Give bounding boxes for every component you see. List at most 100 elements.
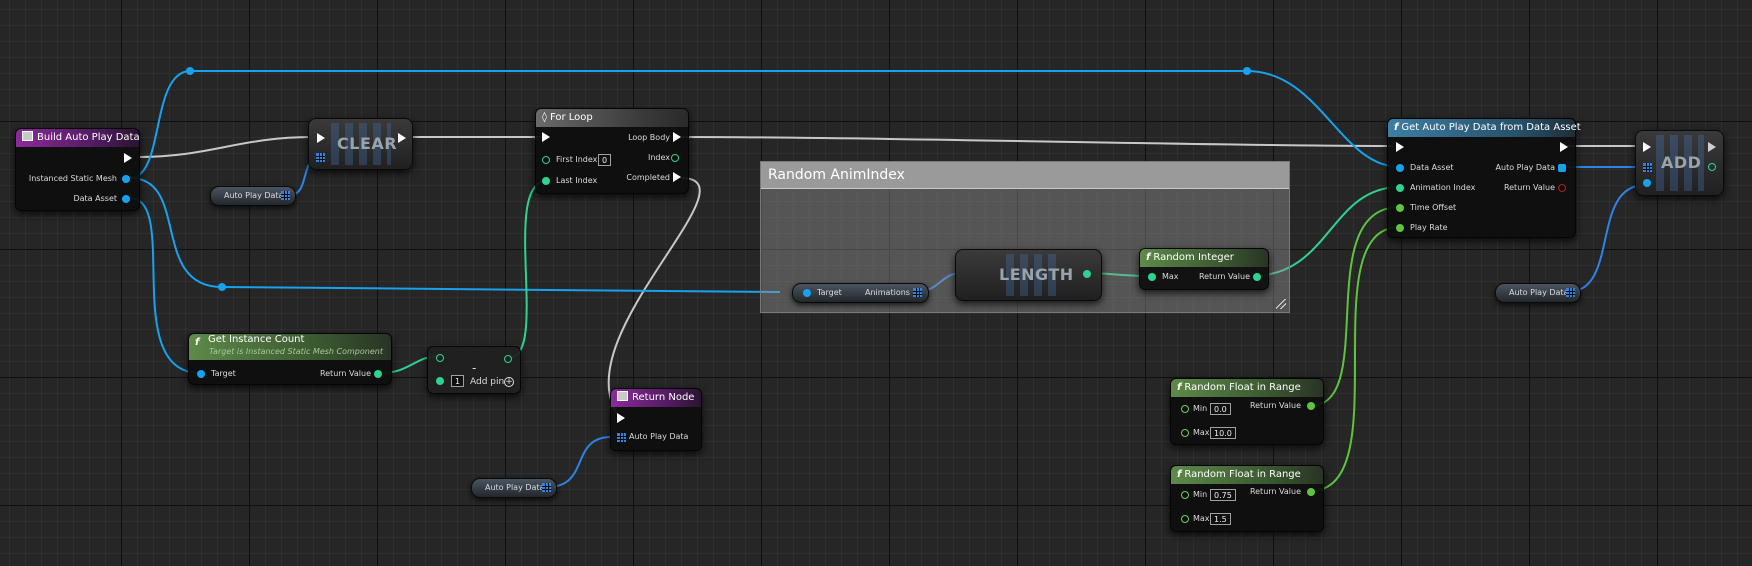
auto-play-data-variable[interactable]: Auto Play Data [210, 186, 296, 206]
min-label: Min [1193, 404, 1208, 413]
animations-label: Animations [865, 288, 910, 297]
a-pin[interactable] [436, 354, 444, 362]
target-pin[interactable] [803, 289, 811, 297]
return-value-pin[interactable] [1558, 184, 1566, 192]
time-offset-pin[interactable] [1396, 204, 1404, 212]
clear-node[interactable]: CLEAR [308, 118, 413, 170]
completed-label: Completed [626, 173, 670, 182]
function-icon: f [1394, 122, 1399, 133]
random-float-in-range-node[interactable]: f Random Float in Range Min 0.75 Max 1.5 … [1170, 465, 1324, 532]
max-pin[interactable] [1181, 429, 1189, 437]
exec-in-pin[interactable] [1396, 142, 1404, 152]
animations-pin[interactable] [913, 288, 922, 297]
target-pin[interactable] [197, 370, 205, 378]
instanced-static-mesh-pin[interactable] [122, 175, 130, 183]
length-return-pin[interactable] [1083, 270, 1091, 278]
auto-play-data-label: Auto Play Data [629, 432, 689, 441]
node-title: LENGTH [999, 265, 1074, 284]
data-asset-pin[interactable] [1396, 164, 1404, 172]
node-header: f Get Instance Count Target is Instanced … [189, 334, 391, 360]
max-input[interactable]: 1.5 [1210, 513, 1231, 525]
exec-out-pin[interactable] [1708, 142, 1716, 152]
min-pin[interactable] [1181, 491, 1189, 499]
for-loop-node[interactable]: ◊ For Loop First Index 0 Last Index Loop … [535, 108, 689, 194]
max-pin[interactable] [1181, 515, 1189, 523]
instanced-static-mesh-label: Instanced Static Mesh [28, 174, 117, 183]
node-header: f Get Auto Play Data from Data Asset [1388, 119, 1581, 137]
exec-in-pin[interactable] [542, 132, 550, 142]
node-title: Random Integer [1153, 252, 1234, 263]
node-header: f Random Float in Range [1171, 466, 1323, 484]
b-pin[interactable] [436, 377, 444, 385]
max-input[interactable]: 10.0 [1210, 427, 1236, 439]
node-title: Random Float in Range [1184, 469, 1301, 480]
auto-play-data-out-label: Auto Play Data [1495, 163, 1555, 172]
return-value-pin[interactable] [1253, 273, 1261, 281]
return-node[interactable]: Return Node Auto Play Data [610, 388, 702, 451]
data-asset-pin[interactable] [122, 195, 130, 203]
get-instance-count-node[interactable]: f Get Instance Count Target is Instanced … [188, 333, 392, 385]
auto-play-data-pin[interactable] [617, 433, 626, 442]
first-index-label: First Index [556, 155, 598, 164]
return-value-pin[interactable] [374, 370, 382, 378]
auto-play-data-variable[interactable]: Auto Play Data [1495, 283, 1581, 303]
target-array-pin[interactable] [316, 153, 325, 162]
return-value-label: Return Value [1249, 487, 1301, 496]
first-index-input[interactable]: 0 [598, 154, 612, 166]
add-pin-label[interactable]: Add pin [470, 377, 504, 387]
add-node[interactable]: ADD [1635, 130, 1724, 196]
reroute-knot[interactable] [1243, 67, 1251, 75]
auto-play-data-pin[interactable] [1566, 288, 1575, 297]
random-integer-node[interactable]: f Random Integer Max Return Value [1139, 248, 1269, 290]
min-input[interactable]: 0.0 [1210, 403, 1231, 415]
auto-play-data-pin[interactable] [281, 191, 290, 200]
add-pin-icon[interactable]: + [504, 377, 514, 387]
result-pin[interactable] [504, 355, 512, 363]
variable-label: Auto Play Data [1509, 288, 1569, 297]
auto-play-data-variable[interactable]: Auto Play Data [471, 478, 557, 498]
exec-in-pin[interactable] [617, 413, 625, 423]
min-input[interactable]: 0.75 [1210, 489, 1236, 501]
new-item-pin[interactable] [1643, 179, 1651, 187]
exec-out-pin[interactable] [398, 133, 406, 143]
operator-symbol: - [472, 361, 477, 375]
exec-in-pin[interactable] [317, 133, 325, 143]
reroute-knot[interactable] [218, 283, 226, 291]
build-auto-play-data-node[interactable]: Build Auto Play Data Instanced Static Me… [15, 128, 140, 211]
exec-out-pin[interactable] [1560, 142, 1568, 152]
animations-getter-node[interactable]: Target Animations [792, 283, 929, 303]
auto-play-data-out-pin[interactable] [1558, 164, 1566, 172]
completed-exec-pin[interactable] [673, 172, 681, 182]
min-label: Min [1193, 490, 1208, 499]
exec-out-pin[interactable] [124, 153, 132, 163]
node-subtitle: Target is Instanced Static Mesh Componen… [209, 347, 383, 356]
function-result-icon [617, 391, 628, 401]
length-node[interactable]: LENGTH [955, 249, 1102, 301]
return-value-pin[interactable] [1307, 402, 1315, 410]
animation-index-pin[interactable] [1396, 184, 1404, 192]
resize-grip-icon[interactable] [1276, 299, 1286, 309]
first-index-pin[interactable] [542, 156, 550, 164]
function-icon: f [1146, 252, 1151, 263]
auto-play-data-pin[interactable] [542, 483, 551, 492]
subtract-node[interactable]: - 1 Add pin + [427, 346, 521, 394]
data-asset-label: Data Asset [1410, 163, 1454, 172]
exec-in-pin[interactable] [1643, 142, 1651, 152]
node-header: Build Auto Play Data [16, 129, 140, 147]
index-out-pin[interactable] [1708, 163, 1716, 171]
loop-body-exec-pin[interactable] [673, 132, 681, 142]
reroute-knot[interactable] [186, 67, 194, 75]
last-index-pin[interactable] [542, 177, 550, 185]
max-pin[interactable] [1148, 273, 1156, 281]
b-value-input[interactable]: 1 [451, 375, 465, 387]
random-float-in-range-node[interactable]: f Random Float in Range Min 0.0 Max 10.0 … [1170, 378, 1324, 445]
comment-title[interactable]: Random AnimIndex [761, 162, 1289, 189]
return-value-pin[interactable] [1307, 488, 1315, 496]
min-pin[interactable] [1181, 405, 1189, 413]
play-rate-pin[interactable] [1396, 224, 1404, 232]
target-array-pin[interactable] [1643, 163, 1652, 172]
return-value-label: Return Value [319, 369, 371, 378]
get-auto-play-data-node[interactable]: f Get Auto Play Data from Data Asset Data… [1387, 118, 1581, 238]
target-label: Target [817, 288, 842, 297]
index-pin[interactable] [671, 154, 679, 162]
